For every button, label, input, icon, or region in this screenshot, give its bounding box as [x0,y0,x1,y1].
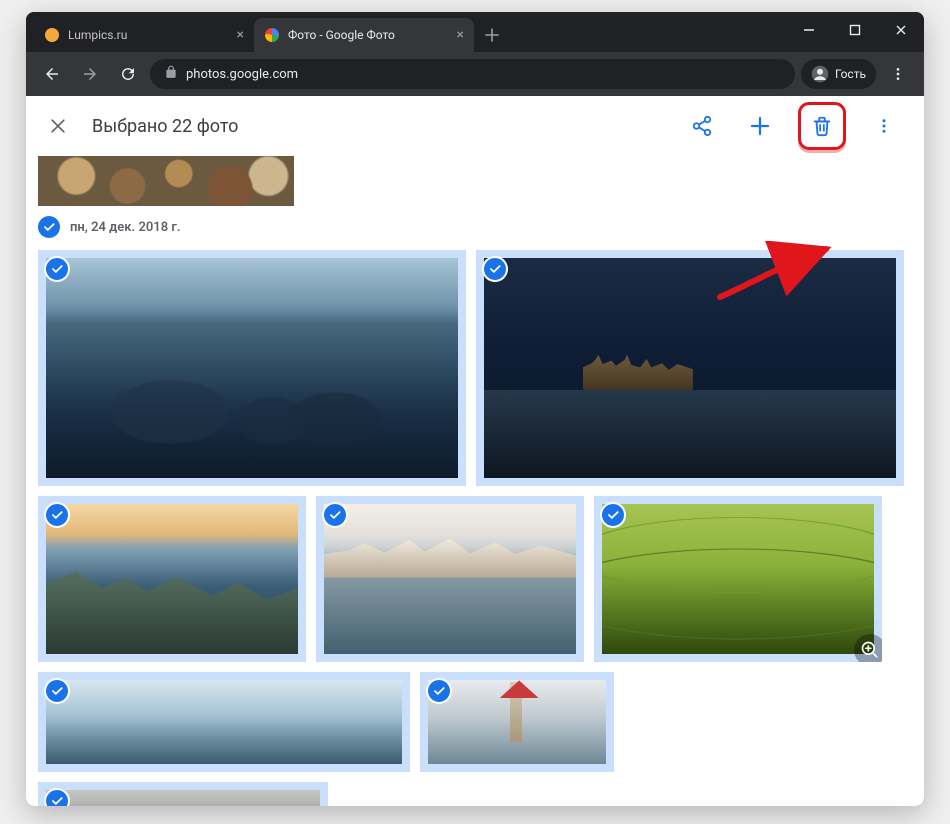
tab-title: Фото - Google Фото [288,28,449,42]
more-options-button[interactable] [864,106,904,146]
share-button[interactable] [682,106,722,146]
browser-titlebar: Lumpics.ru × Фото - Google Фото × [26,12,924,52]
trash-icon [811,115,833,137]
selected-check-icon[interactable] [324,504,346,526]
nav-back-button[interactable] [36,58,68,90]
profile-chip[interactable]: Гость [801,59,876,89]
photo-thumbnail[interactable] [594,496,882,662]
window-close-button[interactable] [878,12,924,48]
zoom-icon[interactable] [854,634,882,662]
window-maximize-button[interactable] [832,12,878,48]
browser-menu-button[interactable] [882,58,914,90]
selected-check-icon[interactable] [484,258,506,280]
selected-check-icon[interactable] [46,258,68,280]
profile-avatar-icon [811,65,829,83]
photo-grid-scroll[interactable]: пн, 24 дек. 2018 г. [26,156,924,806]
address-url: photos.google.com [186,67,298,82]
date-selected-check-icon[interactable] [38,216,60,238]
selected-check-icon[interactable] [46,680,68,702]
nav-reload-button[interactable] [112,58,144,90]
photo-thumbnail[interactable] [38,782,328,806]
browser-tab-active[interactable]: Фото - Google Фото × [254,18,474,52]
window-controls [786,12,924,48]
favicon-lumpics [44,27,60,43]
photo-thumbnail-partial[interactable] [38,156,294,206]
deselect-button[interactable] [46,114,70,138]
lock-icon [164,65,178,83]
tab-title: Lumpics.ru [68,28,229,42]
browser-window: Lumpics.ru × Фото - Google Фото × [26,12,924,806]
browser-tab-inactive[interactable]: Lumpics.ru × [34,18,254,52]
photo-grid [38,250,912,806]
tab-close-icon[interactable]: × [237,27,244,43]
address-bar[interactable]: photos.google.com [150,59,795,89]
selection-count-label: Выбрано 22 фото [92,116,238,137]
photo-thumbnail[interactable] [420,672,614,772]
nav-forward-button[interactable] [74,58,106,90]
profile-label: Гость [835,67,866,81]
photo-thumbnail[interactable] [38,672,410,772]
selection-actions [682,102,904,150]
date-group-header[interactable]: пн, 24 дек. 2018 г. [38,216,912,238]
add-to-button[interactable] [740,106,780,146]
tab-close-icon[interactable]: × [457,27,464,43]
selected-check-icon[interactable] [428,680,450,702]
page-content: Выбрано 22 фото [26,96,924,806]
date-label: пн, 24 дек. 2018 г. [70,220,181,235]
favicon-google-photos [264,27,280,43]
browser-toolbar: photos.google.com Гость [26,52,924,96]
delete-button-highlight [798,102,846,150]
window-minimize-button[interactable] [786,12,832,48]
selected-check-icon[interactable] [602,504,624,526]
selected-check-icon[interactable] [46,504,68,526]
selection-toolbar: Выбрано 22 фото [26,96,924,156]
photo-thumbnail[interactable] [476,250,904,486]
photo-thumbnail[interactable] [316,496,584,662]
photo-thumbnail[interactable] [38,496,306,662]
new-tab-button[interactable] [478,21,506,49]
selected-check-icon[interactable] [46,790,68,806]
photo-thumbnail[interactable] [38,250,466,486]
delete-button[interactable] [802,106,842,146]
